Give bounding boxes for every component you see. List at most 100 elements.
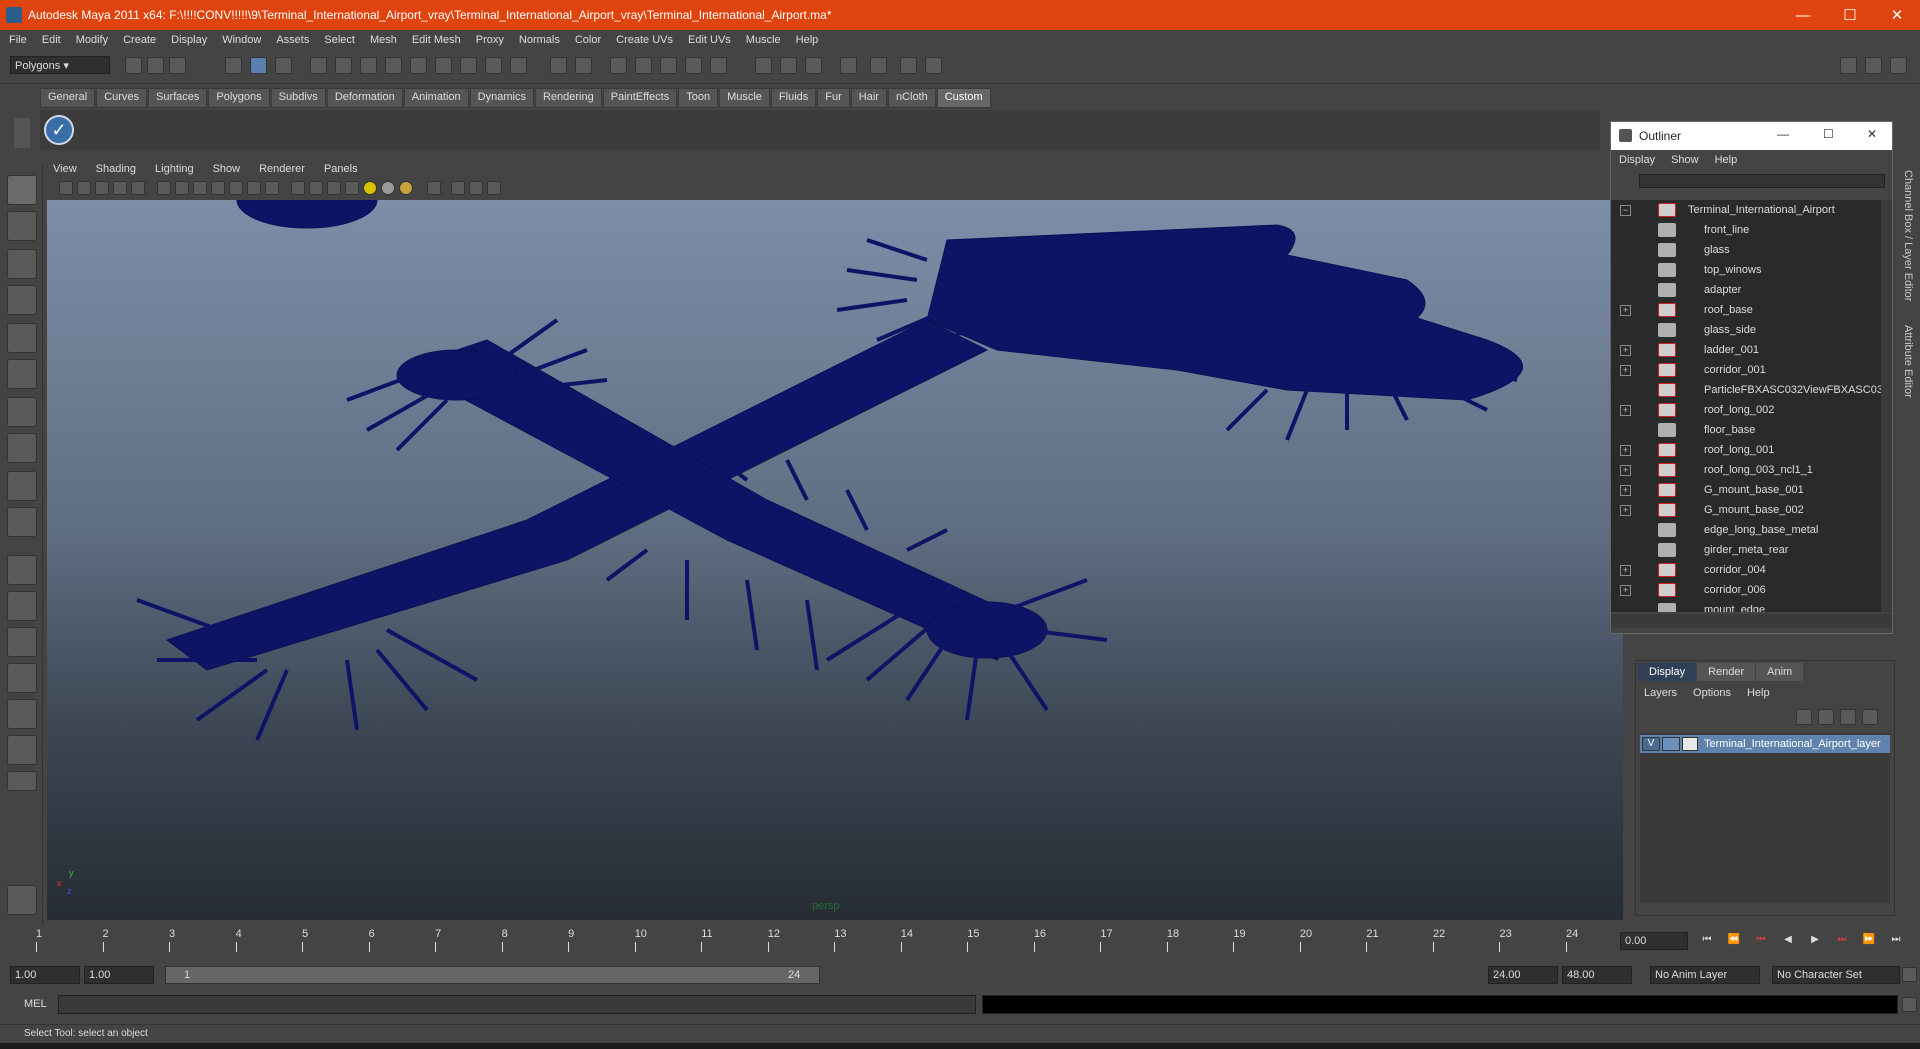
- shelf-tab-dynamics[interactable]: Dynamics: [469, 88, 534, 108]
- lock-icon[interactable]: [550, 57, 567, 74]
- shelf-tab-surfaces[interactable]: Surfaces: [147, 88, 208, 108]
- shelf-tab-deformation[interactable]: Deformation: [326, 88, 403, 108]
- outliner-filter-input[interactable]: [1639, 174, 1885, 188]
- range-start-field[interactable]: 1.00: [10, 966, 80, 984]
- safe-title-icon[interactable]: [265, 181, 279, 195]
- outliner-expander-icon[interactable]: +: [1620, 464, 1631, 476]
- show-manipulator-icon[interactable]: [7, 471, 37, 501]
- outliner-item[interactable]: − Terminal_International_Airport: [1611, 200, 1881, 220]
- anim-start-field[interactable]: 1.00: [84, 966, 154, 984]
- show-tool-settings-icon[interactable]: [1865, 57, 1882, 74]
- shelf-tab-polygons[interactable]: Polygons: [208, 88, 270, 108]
- image-plane-icon[interactable]: [113, 181, 127, 195]
- shelf-tab-painteffects[interactable]: PaintEffects: [602, 88, 678, 108]
- menu-mesh[interactable]: Mesh: [370, 34, 397, 46]
- lasso-tool-icon[interactable]: [7, 211, 37, 241]
- outliner-expander-icon[interactable]: +: [1620, 364, 1631, 376]
- layer-tab-display[interactable]: Display: [1638, 663, 1697, 681]
- menu-color[interactable]: Color: [575, 34, 601, 46]
- menu-edit-uvs[interactable]: Edit UVs: [688, 34, 731, 46]
- all-lights-icon[interactable]: [363, 181, 377, 195]
- outliner-item[interactable]: + roof_base: [1611, 300, 1881, 320]
- menu-window[interactable]: Window: [222, 34, 261, 46]
- menu-edit-mesh[interactable]: Edit Mesh: [412, 34, 461, 46]
- menu-select[interactable]: Select: [324, 34, 355, 46]
- camera-attributes-icon[interactable]: [77, 181, 91, 195]
- make-live-icon[interactable]: [435, 57, 452, 74]
- character-set-dropdown[interactable]: No Character Set: [1772, 966, 1900, 984]
- resolution-gate-icon[interactable]: [193, 181, 207, 195]
- safe-action-icon[interactable]: [247, 181, 261, 195]
- textured-icon[interactable]: [345, 181, 359, 195]
- shelf-tab-fluids[interactable]: Fluids: [770, 88, 817, 108]
- move-tool-icon[interactable]: [7, 285, 37, 315]
- play-backwards-icon[interactable]: ◀: [1778, 934, 1798, 950]
- layer-color-swatch[interactable]: [1682, 737, 1698, 751]
- outliner-expander-icon[interactable]: +: [1620, 504, 1631, 516]
- outliner-item[interactable]: + roof_long_003_ncl1_1: [1611, 460, 1881, 480]
- show-channel-box-icon[interactable]: [1890, 57, 1907, 74]
- outliner-item[interactable]: edge_long_base_metal: [1611, 520, 1881, 540]
- play-forwards-icon[interactable]: ▶: [1805, 934, 1825, 950]
- xray-joints-icon[interactable]: [469, 181, 483, 195]
- four-view-layout-icon[interactable]: [7, 591, 37, 621]
- high-quality-lighting-icon[interactable]: [399, 181, 413, 195]
- menu-assets[interactable]: Assets: [276, 34, 309, 46]
- menu-normals[interactable]: Normals: [519, 34, 560, 46]
- render-frame-icon[interactable]: [610, 57, 627, 74]
- outliner-maximize-button[interactable]: ☐: [1823, 127, 1834, 141]
- create-empty-layer-icon[interactable]: [1840, 709, 1856, 725]
- viewport-menu-panels[interactable]: Panels: [324, 163, 358, 175]
- isolate-select-icon[interactable]: [427, 181, 441, 195]
- outliner-expander-icon[interactable]: +: [1620, 304, 1631, 316]
- menu-file[interactable]: File: [9, 34, 27, 46]
- snap-surface-icon[interactable]: [410, 57, 427, 74]
- output-ops-icon[interactable]: [485, 57, 502, 74]
- step-back-frame-icon[interactable]: ⏪: [1724, 934, 1744, 950]
- last-tool-icon[interactable]: [7, 507, 37, 537]
- maximize-button[interactable]: ☐: [1827, 0, 1873, 30]
- viewport-menu-show[interactable]: Show: [213, 163, 241, 175]
- tool-settings-icon[interactable]: [805, 57, 822, 74]
- layer-tab-render[interactable]: Render: [1697, 663, 1756, 681]
- perspective-viewport[interactable]: x y z persp: [47, 200, 1623, 920]
- outliner-menu-show[interactable]: Show: [1671, 154, 1699, 166]
- shelf-options-icon[interactable]: [14, 118, 30, 148]
- render-settings-icon[interactable]: [660, 57, 677, 74]
- step-forward-key-icon[interactable]: ⏭: [1832, 934, 1852, 950]
- paint-select-tool-icon[interactable]: [7, 249, 37, 279]
- layer-menu-options[interactable]: Options: [1693, 687, 1731, 699]
- xray-components-icon[interactable]: [487, 181, 501, 195]
- go-to-start-icon[interactable]: ⏮: [1697, 934, 1717, 950]
- outliner-expander-icon[interactable]: −: [1620, 204, 1631, 216]
- layer-move-up-icon[interactable]: [1796, 709, 1812, 725]
- menu-modify[interactable]: Modify: [76, 34, 108, 46]
- snap-plane-icon[interactable]: [385, 57, 402, 74]
- snap-curve-icon[interactable]: [335, 57, 352, 74]
- shelf-tab-toon[interactable]: Toon: [678, 88, 719, 108]
- persp-outliner-layout-icon[interactable]: [7, 627, 37, 657]
- layer-display-type-toggle[interactable]: [1662, 737, 1680, 751]
- shelf-tab-rendering[interactable]: Rendering: [534, 88, 602, 108]
- outliner-item[interactable]: adapter: [1611, 280, 1881, 300]
- hypershade-layout-icon[interactable]: [7, 699, 37, 729]
- input-ops-icon[interactable]: [460, 57, 477, 74]
- select-hierarchy-icon[interactable]: [225, 57, 242, 74]
- outliner-expander-icon[interactable]: +: [1620, 344, 1631, 356]
- snap-grid-icon[interactable]: [310, 57, 327, 74]
- outliner-expander-icon[interactable]: +: [1620, 584, 1631, 596]
- camera-select-icon[interactable]: [59, 181, 73, 195]
- outliner-item[interactable]: floor_base: [1611, 420, 1881, 440]
- minimize-button[interactable]: —: [1780, 0, 1826, 30]
- rotate-tool-icon[interactable]: [7, 323, 37, 353]
- outliner-item[interactable]: + G_mount_base_002: [1611, 500, 1881, 520]
- shelf-tab-custom[interactable]: Custom: [936, 88, 991, 108]
- field-chart-icon[interactable]: [229, 181, 243, 195]
- viewport-menu-shading[interactable]: Shading: [96, 163, 136, 175]
- menu-display[interactable]: Display: [171, 34, 207, 46]
- menuset-dropdown[interactable]: Polygons ▾: [10, 56, 110, 74]
- outliner-item[interactable]: glass: [1611, 240, 1881, 260]
- anim-layer-dropdown[interactable]: No Anim Layer: [1650, 966, 1760, 984]
- outliner-expander-icon[interactable]: +: [1620, 404, 1631, 416]
- shelf-tab-animation[interactable]: Animation: [403, 88, 469, 108]
